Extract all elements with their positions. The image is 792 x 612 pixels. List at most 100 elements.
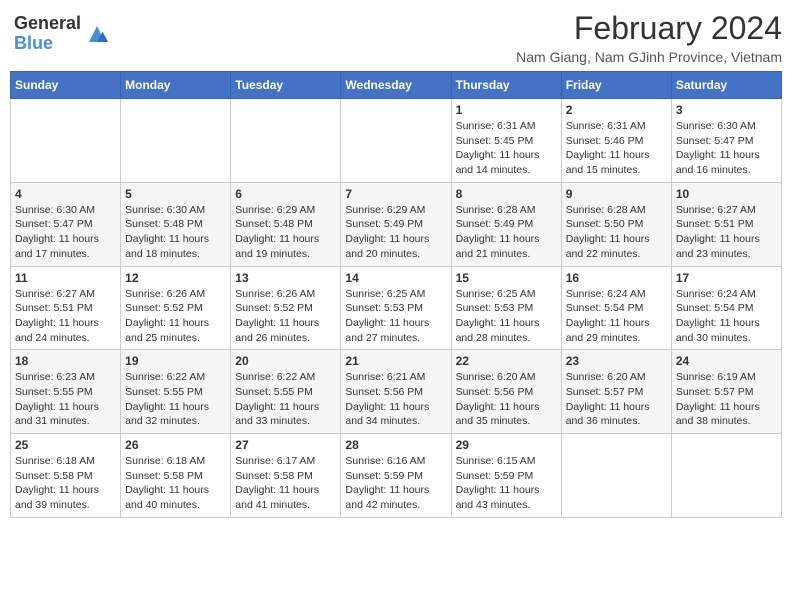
- weekday-tuesday: Tuesday: [231, 72, 341, 99]
- day-number: 2: [566, 103, 667, 117]
- day-info: Sunrise: 6:19 AMSunset: 5:57 PMDaylight:…: [676, 370, 777, 429]
- day-number: 25: [15, 438, 116, 452]
- day-number: 23: [566, 354, 667, 368]
- week-row-2: 11 Sunrise: 6:27 AMSunset: 5:51 PMDayligh…: [11, 266, 782, 350]
- calendar-cell: 7 Sunrise: 6:29 AMSunset: 5:49 PMDaylight…: [341, 182, 451, 266]
- day-info: Sunrise: 6:20 AMSunset: 5:56 PMDaylight:…: [456, 370, 557, 429]
- day-number: 13: [235, 271, 336, 285]
- day-info: Sunrise: 6:20 AMSunset: 5:57 PMDaylight:…: [566, 370, 667, 429]
- day-number: 16: [566, 271, 667, 285]
- day-number: 18: [15, 354, 116, 368]
- calendar-cell: [671, 434, 781, 518]
- calendar-cell: [561, 434, 671, 518]
- weekday-wednesday: Wednesday: [341, 72, 451, 99]
- calendar-cell: 6Sunrise: 6:29 AMSunset: 5:48 PMDaylight…: [231, 182, 341, 266]
- calendar-cell: 23 Sunrise: 6:20 AMSunset: 5:57 PMDayligh…: [561, 350, 671, 434]
- day-number: 14: [345, 271, 446, 285]
- logo: General Blue: [10, 10, 113, 58]
- day-number: 20: [235, 354, 336, 368]
- day-info: Sunrise: 6:24 AMSunset: 5:54 PMDaylight:…: [566, 287, 667, 346]
- day-info: Sunrise: 6:28 AMSunset: 5:50 PMDaylight:…: [566, 203, 667, 262]
- day-info: Sunrise: 6:25 AMSunset: 5:53 PMDaylight:…: [456, 287, 557, 346]
- weekday-monday: Monday: [121, 72, 231, 99]
- calendar-cell: 19Sunrise: 6:22 AMSunset: 5:55 PMDayligh…: [121, 350, 231, 434]
- weekday-sunday: Sunday: [11, 72, 121, 99]
- day-number: 15: [456, 271, 557, 285]
- day-number: 26: [125, 438, 226, 452]
- day-number: 4: [15, 187, 116, 201]
- calendar-cell: 8 Sunrise: 6:28 AMSunset: 5:49 PMDaylight…: [451, 182, 561, 266]
- day-number: 29: [456, 438, 557, 452]
- title-area: February 2024 Nam Giang, Nam GJinh Provi…: [516, 10, 782, 65]
- day-info: Sunrise: 6:31 AMSunset: 5:45 PMDaylight:…: [456, 119, 557, 178]
- calendar-cell: 13 Sunrise: 6:26 AMSunset: 5:52 PMDayligh…: [231, 266, 341, 350]
- weekday-saturday: Saturday: [671, 72, 781, 99]
- day-info: Sunrise: 6:22 AMSunset: 5:55 PMDaylight:…: [235, 370, 336, 429]
- day-number: 10: [676, 187, 777, 201]
- day-number: 11: [15, 271, 116, 285]
- logo-icon: [85, 22, 109, 46]
- weekday-header-row: SundayMondayTuesdayWednesdayThursdayFrid…: [11, 72, 782, 99]
- day-number: 28: [345, 438, 446, 452]
- day-info: Sunrise: 6:30 AMSunset: 5:48 PMDaylight:…: [125, 203, 226, 262]
- day-number: 8: [456, 187, 557, 201]
- calendar-cell: [121, 99, 231, 183]
- day-info: Sunrise: 6:28 AMSunset: 5:49 PMDaylight:…: [456, 203, 557, 262]
- calendar-cell: 21Sunrise: 6:21 AMSunset: 5:56 PMDayligh…: [341, 350, 451, 434]
- day-info: Sunrise: 6:30 AMSunset: 5:47 PMDaylight:…: [15, 203, 116, 262]
- day-info: Sunrise: 6:29 AMSunset: 5:49 PMDaylight:…: [345, 203, 446, 262]
- day-info: Sunrise: 6:26 AMSunset: 5:52 PMDaylight:…: [125, 287, 226, 346]
- calendar-cell: 1Sunrise: 6:31 AMSunset: 5:45 PMDaylight…: [451, 99, 561, 183]
- day-number: 3: [676, 103, 777, 117]
- day-number: 9: [566, 187, 667, 201]
- calendar-cell: 15 Sunrise: 6:25 AMSunset: 5:53 PMDayligh…: [451, 266, 561, 350]
- calendar-cell: 4 Sunrise: 6:30 AMSunset: 5:47 PMDaylight…: [11, 182, 121, 266]
- weekday-thursday: Thursday: [451, 72, 561, 99]
- calendar-cell: 3 Sunrise: 6:30 AMSunset: 5:47 PMDaylight…: [671, 99, 781, 183]
- month-title: February 2024: [516, 10, 782, 47]
- week-row-3: 18 Sunrise: 6:23 AMSunset: 5:55 PMDayligh…: [11, 350, 782, 434]
- calendar-cell: [11, 99, 121, 183]
- day-info: Sunrise: 6:23 AMSunset: 5:55 PMDaylight:…: [15, 370, 116, 429]
- day-info: Sunrise: 6:16 AMSunset: 5:59 PMDaylight:…: [345, 454, 446, 513]
- day-info: Sunrise: 6:18 AMSunset: 5:58 PMDaylight:…: [125, 454, 226, 513]
- week-row-4: 25 Sunrise: 6:18 AMSunset: 5:58 PMDayligh…: [11, 434, 782, 518]
- day-number: 17: [676, 271, 777, 285]
- logo-line2: Blue: [14, 34, 81, 54]
- calendar-cell: 5 Sunrise: 6:30 AMSunset: 5:48 PMDaylight…: [121, 182, 231, 266]
- calendar-cell: 24 Sunrise: 6:19 AMSunset: 5:57 PMDayligh…: [671, 350, 781, 434]
- calendar-cell: 18 Sunrise: 6:23 AMSunset: 5:55 PMDayligh…: [11, 350, 121, 434]
- calendar-cell: [341, 99, 451, 183]
- header: General Blue February 2024 Nam Giang, Na…: [10, 10, 782, 65]
- day-number: 7: [345, 187, 446, 201]
- calendar-cell: [231, 99, 341, 183]
- day-number: 19: [125, 354, 226, 368]
- calendar: SundayMondayTuesdayWednesdayThursdayFrid…: [10, 71, 782, 518]
- day-info: Sunrise: 6:27 AMSunset: 5:51 PMDaylight:…: [676, 203, 777, 262]
- calendar-cell: 16 Sunrise: 6:24 AMSunset: 5:54 PMDayligh…: [561, 266, 671, 350]
- calendar-cell: 11 Sunrise: 6:27 AMSunset: 5:51 PMDayligh…: [11, 266, 121, 350]
- day-info: Sunrise: 6:26 AMSunset: 5:52 PMDaylight:…: [235, 287, 336, 346]
- day-info: Sunrise: 6:30 AMSunset: 5:47 PMDaylight:…: [676, 119, 777, 178]
- calendar-cell: 10 Sunrise: 6:27 AMSunset: 5:51 PMDayligh…: [671, 182, 781, 266]
- day-number: 6: [235, 187, 336, 201]
- calendar-cell: 26 Sunrise: 6:18 AMSunset: 5:58 PMDayligh…: [121, 434, 231, 518]
- calendar-cell: 2Sunrise: 6:31 AMSunset: 5:46 PMDaylight…: [561, 99, 671, 183]
- location-title: Nam Giang, Nam GJinh Province, Vietnam: [516, 49, 782, 65]
- weekday-friday: Friday: [561, 72, 671, 99]
- calendar-cell: 25Sunrise: 6:18 AMSunset: 5:58 PMDayligh…: [11, 434, 121, 518]
- day-number: 24: [676, 354, 777, 368]
- calendar-cell: 9 Sunrise: 6:28 AMSunset: 5:50 PMDaylight…: [561, 182, 671, 266]
- day-info: Sunrise: 6:24 AMSunset: 5:54 PMDaylight:…: [676, 287, 777, 346]
- week-row-1: 4 Sunrise: 6:30 AMSunset: 5:47 PMDaylight…: [11, 182, 782, 266]
- day-info: Sunrise: 6:27 AMSunset: 5:51 PMDaylight:…: [15, 287, 116, 346]
- logo-text: General Blue: [14, 14, 81, 54]
- calendar-cell: 12Sunrise: 6:26 AMSunset: 5:52 PMDayligh…: [121, 266, 231, 350]
- day-number: 27: [235, 438, 336, 452]
- calendar-cell: 29Sunrise: 6:15 AMSunset: 5:59 PMDayligh…: [451, 434, 561, 518]
- calendar-cell: 22 Sunrise: 6:20 AMSunset: 5:56 PMDayligh…: [451, 350, 561, 434]
- calendar-body: 1Sunrise: 6:31 AMSunset: 5:45 PMDaylight…: [11, 99, 782, 518]
- day-info: Sunrise: 6:25 AMSunset: 5:53 PMDaylight:…: [345, 287, 446, 346]
- day-number: 5: [125, 187, 226, 201]
- day-number: 22: [456, 354, 557, 368]
